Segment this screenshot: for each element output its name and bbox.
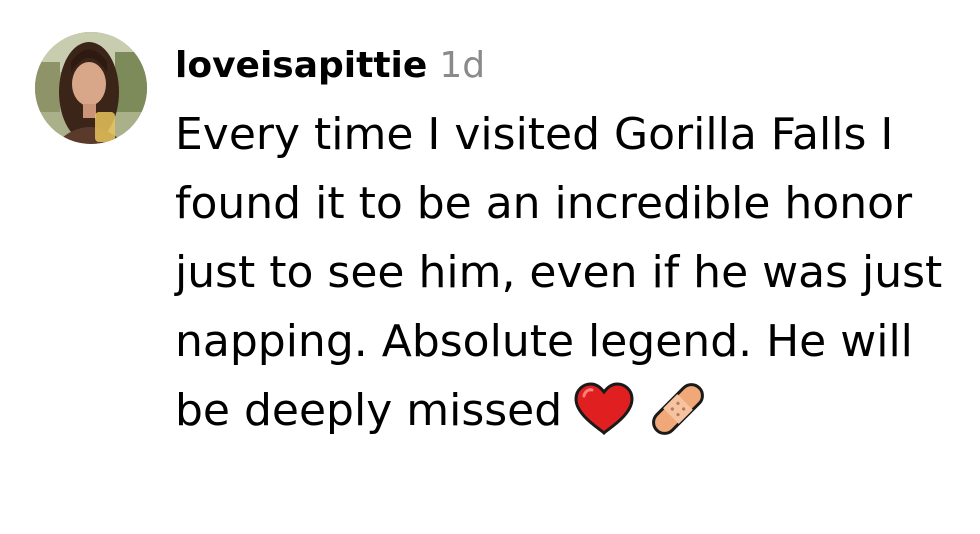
- avatar-image: [35, 32, 147, 144]
- bandage-emoji: [652, 383, 705, 435]
- comment-text: Every time I visited Gorilla Falls I fou…: [175, 100, 955, 445]
- comment-meta: loveisapittie 1d: [175, 40, 965, 92]
- comment-text-content: Every time I visited Gorilla Falls I fou…: [175, 109, 943, 436]
- comment-item: loveisapittie 1d Every time I visited Gor…: [0, 0, 980, 534]
- username-link[interactable]: loveisapittie: [175, 45, 427, 86]
- red-heart-emoji: [574, 382, 634, 436]
- comment-body: loveisapittie 1d Every time I visited Gor…: [175, 40, 965, 445]
- timestamp[interactable]: 1d: [439, 45, 485, 86]
- avatar[interactable]: [35, 32, 147, 144]
